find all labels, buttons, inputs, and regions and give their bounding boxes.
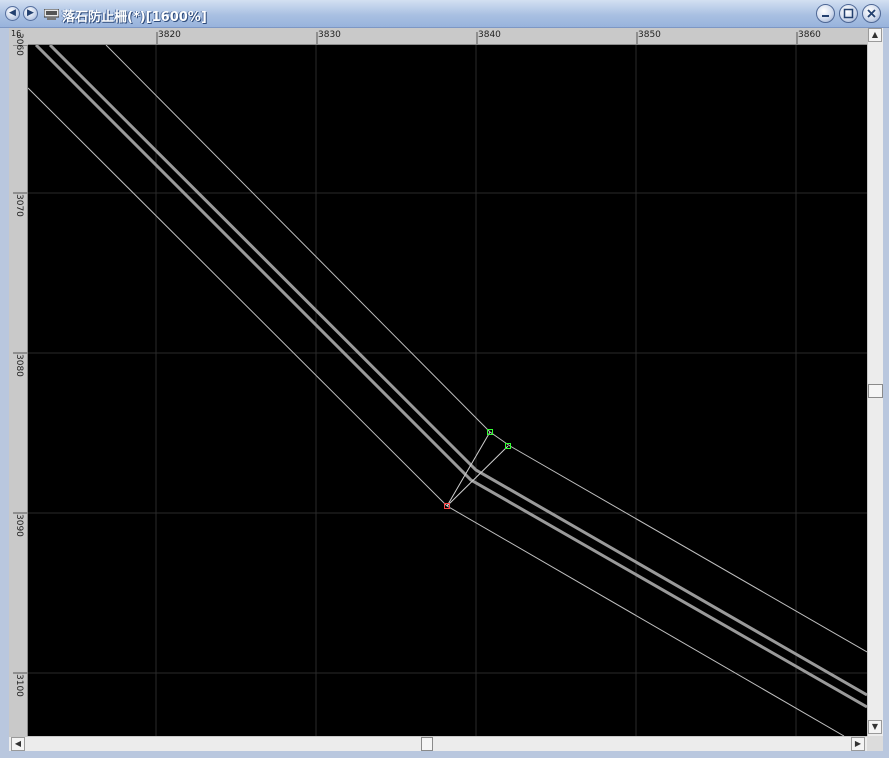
x-tick-label: 3860	[798, 30, 821, 40]
horizontal-scrollbar[interactable]: ◀ ▶	[9, 736, 867, 751]
y-tick-label: 3070	[14, 194, 24, 217]
drawing-canvas[interactable]	[28, 45, 867, 736]
scroll-down-button[interactable]: ▼	[868, 720, 882, 734]
scroll-left-button[interactable]: ◀	[11, 737, 25, 751]
window-frame-bottom	[0, 751, 889, 758]
y-tick-label: 3090	[14, 514, 24, 537]
horizontal-ruler: 3820 3830 3840 3850 3860	[9, 28, 867, 45]
construction-line	[446, 431, 491, 507]
upper-edge-line	[105, 45, 867, 653]
scroll-up-button[interactable]: ▲	[868, 28, 882, 42]
drawing-window: ◀ ▶ 落石防止柵(*)[1600%] 3820 3830 3840 3850 …	[0, 0, 889, 758]
vertical-ruler: 3060 3070 3080 3090 3100	[9, 33, 28, 736]
horizontal-ruler-ticks	[156, 32, 798, 44]
minimize-icon	[822, 15, 829, 17]
minimize-button[interactable]	[816, 4, 835, 23]
vertical-ruler-ticks	[13, 45, 27, 674]
scroll-left-icon[interactable]: ◀	[5, 6, 20, 21]
y-tick-label: 3080	[14, 354, 24, 377]
x-tick-label: 3850	[638, 30, 661, 40]
y-tick-label: 3100	[14, 674, 24, 697]
maximize-icon	[843, 8, 854, 19]
maximize-button[interactable]	[839, 4, 858, 23]
close-icon	[867, 9, 876, 18]
fence-line-lower	[34, 45, 867, 709]
app-icon	[44, 9, 59, 20]
scrollbar-corner	[867, 736, 883, 751]
fence-line-upper	[48, 45, 867, 697]
x-tick-label: 3820	[158, 30, 181, 40]
x-tick-label: 3830	[318, 30, 341, 40]
y-tick-label: 3060	[14, 33, 24, 56]
scroll-right-button[interactable]: ▶	[851, 737, 865, 751]
vertical-scrollbar[interactable]: ▲ ▼	[867, 28, 883, 736]
horizontal-scroll-thumb[interactable]	[421, 737, 433, 751]
lower-edge-line	[28, 87, 845, 736]
close-button[interactable]	[862, 4, 881, 23]
window-frame-right	[883, 28, 889, 758]
title-bar: ◀ ▶ 落石防止柵(*)[1600%]	[0, 0, 889, 28]
cad-drawing	[28, 45, 867, 736]
scroll-right-icon[interactable]: ▶	[23, 6, 38, 21]
window-frame-left	[0, 28, 9, 758]
x-tick-label: 3840	[478, 30, 501, 40]
window-title: 落石防止柵(*)[1600%]	[62, 10, 207, 25]
vertical-scroll-thumb[interactable]	[868, 384, 883, 398]
